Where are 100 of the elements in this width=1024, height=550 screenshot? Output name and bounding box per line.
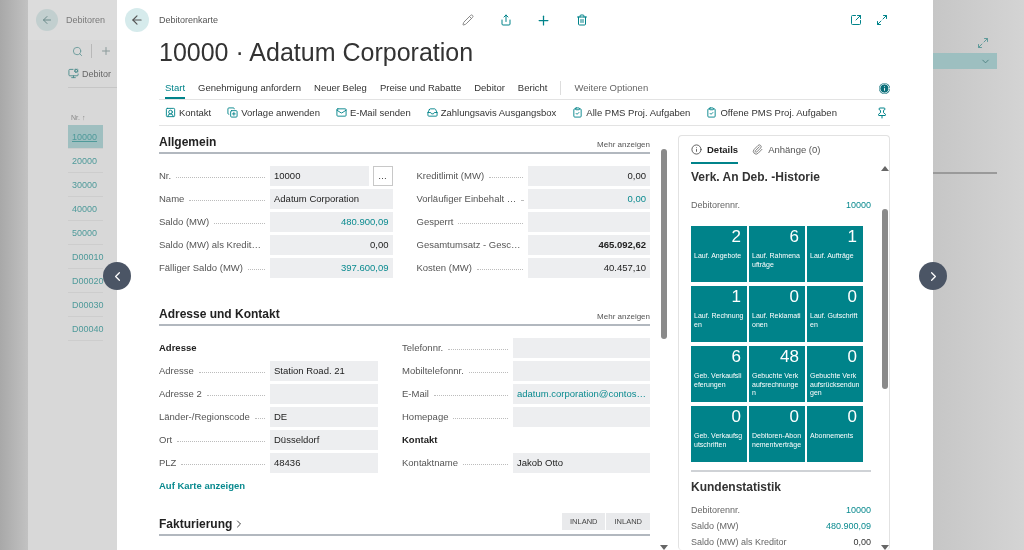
back-button[interactable] <box>125 8 149 32</box>
clipboard-check-icon <box>572 107 584 118</box>
field-label: Kontaktname <box>402 457 458 468</box>
stat-label: Saldo (MW) <box>691 521 739 531</box>
monitor-icon <box>68 68 79 79</box>
subsection-heading: Kontakt <box>402 434 438 445</box>
person-card-icon <box>165 107 176 118</box>
list-row[interactable]: 20000 <box>68 149 103 173</box>
field-label: Telefonnr. <box>402 342 444 353</box>
arrow-left-icon <box>41 14 53 26</box>
breadcrumb: Debitorenkarte <box>159 15 219 25</box>
value-field[interactable]: DE <box>270 406 378 427</box>
value-field[interactable]: 0,00 <box>527 165 650 186</box>
stat-value[interactable]: 480.900,09 <box>825 521 871 531</box>
list-row[interactable]: 30000 <box>68 173 103 197</box>
value-field[interactable]: 465.092,62 <box>527 234 650 255</box>
field-label: Mobiltelefonnr. <box>402 365 464 376</box>
field-label: Nr. <box>159 170 172 181</box>
stat-label: Saldo (MW) als Kreditor <box>691 537 787 547</box>
expand-icon[interactable] <box>977 37 989 49</box>
action-button[interactable]: Zahlungsavis Ausgangsbox <box>426 107 557 118</box>
field-label: E-Mail <box>402 388 429 399</box>
menu-tab[interactable]: Bericht <box>517 77 548 99</box>
list-row[interactable]: D00030 <box>68 293 103 317</box>
list-row[interactable]: D00020 <box>68 269 103 293</box>
page-title: Debitoren <box>66 15 106 25</box>
back-button[interactable] <box>36 9 58 31</box>
list-row[interactable]: D00010 <box>68 245 103 269</box>
pin-icon <box>876 106 888 119</box>
stat-label: Debitorennr. <box>691 200 741 210</box>
field-label: Name <box>159 193 185 204</box>
field-label: Gesperrt <box>416 216 454 227</box>
field-label: Fälliger Saldo (MW) <box>159 262 243 273</box>
factbox-tab[interactable]: Anhänge (0) <box>752 137 821 164</box>
factbox-tab[interactable]: Details <box>691 137 739 164</box>
menu-tab[interactable]: Neuer Beleg <box>314 77 367 99</box>
open-window-button[interactable] <box>848 12 864 28</box>
menu-tab[interactable]: Preise und Rabatte <box>379 77 462 99</box>
inbox-icon <box>426 107 438 118</box>
search-icon[interactable] <box>72 45 83 57</box>
field-label: Adresse 2 <box>159 388 202 399</box>
value-field[interactable]: Station Road. 21 <box>270 360 378 381</box>
stat-value[interactable]: 10000 <box>845 200 871 210</box>
trash-icon <box>575 14 588 26</box>
map-link[interactable]: Auf Karte anzeigen <box>159 480 246 491</box>
value-field[interactable]: adatum.corporation@contos… <box>513 383 650 404</box>
more-options-tab[interactable]: Weitere Optionen <box>574 77 649 99</box>
arrow-left-icon <box>130 13 144 27</box>
value-field[interactable]: 397.600,09 <box>270 257 393 278</box>
list-row[interactable]: 50000 <box>68 221 103 245</box>
list-row[interactable]: 40000 <box>68 197 103 221</box>
lookup-button[interactable]: … <box>372 165 393 186</box>
section-title: Adresse und Kontakt <box>159 307 280 321</box>
expand-button[interactable] <box>874 12 890 28</box>
value-field[interactable]: 0,00 <box>527 188 650 209</box>
value-field[interactable]: Adatum Corporation <box>270 188 393 209</box>
envelope-icon <box>335 107 347 118</box>
field-label: Homepage <box>402 411 449 422</box>
new-button[interactable] <box>535 12 552 28</box>
field-label: PLZ <box>159 457 177 468</box>
field-label: Saldo (MW) als Kredit… <box>159 239 261 250</box>
field-label: Adresse <box>159 365 194 376</box>
action-button[interactable]: Kontakt <box>165 107 212 118</box>
stat-value[interactable]: 10000 <box>845 505 871 515</box>
value-field[interactable]: Jakob Otto <box>513 452 650 473</box>
field-label: Vorläufiger Einbehalt … <box>416 193 517 204</box>
copy-plus-icon <box>227 107 239 118</box>
menu-tab[interactable]: Start <box>165 77 186 99</box>
info-icon[interactable] <box>879 82 890 94</box>
field-label: Länder-/Regionscode <box>159 411 250 422</box>
edit-button[interactable] <box>459 12 476 28</box>
value-field[interactable]: 480.900,09 <box>270 211 393 232</box>
action-button[interactable]: Alle PMS Proj. Aufgaben <box>572 107 691 118</box>
panel-heading: Verk. An Deb. -Historie <box>691 170 821 184</box>
value-field[interactable]: 0,00 <box>270 234 393 255</box>
open-window-icon <box>850 14 862 26</box>
show-more-link[interactable]: Mehr anzeigen <box>597 140 650 149</box>
action-label[interactable]: Debitor <box>82 68 111 79</box>
plus-icon[interactable] <box>100 45 112 57</box>
menu-tab[interactable]: Genehmigung anfordern <box>198 77 302 99</box>
action-button[interactable]: Vorlage anwenden <box>227 107 320 118</box>
field-label: Kosten (MW) <box>416 262 472 273</box>
value-field[interactable]: 48436 <box>270 452 378 473</box>
share-icon <box>499 14 512 26</box>
clipboard-check-icon <box>706 107 718 118</box>
field-label: Saldo (MW) <box>159 216 210 227</box>
value-field[interactable]: 10000 <box>270 165 369 186</box>
stat-label: Debitorennr. <box>691 505 741 515</box>
panel-heading: Kundenstatistik <box>691 480 782 494</box>
menu-tab[interactable]: Debitor <box>474 77 505 99</box>
action-button[interactable]: E-Mail senden <box>335 107 411 118</box>
action-button[interactable]: Offene PMS Proj. Aufgaben <box>706 107 837 118</box>
value-field[interactable]: 40.457,10 <box>527 257 650 278</box>
show-more-link[interactable]: Mehr anzeigen <box>597 312 650 321</box>
list-row[interactable]: D00040 <box>68 317 103 341</box>
value-field[interactable]: Düsseldorf <box>270 429 378 450</box>
paperclip-icon <box>752 144 764 155</box>
info-icon <box>691 144 702 155</box>
section-title[interactable]: Fakturierung <box>159 517 246 531</box>
subsection-heading: Adresse <box>159 342 197 353</box>
